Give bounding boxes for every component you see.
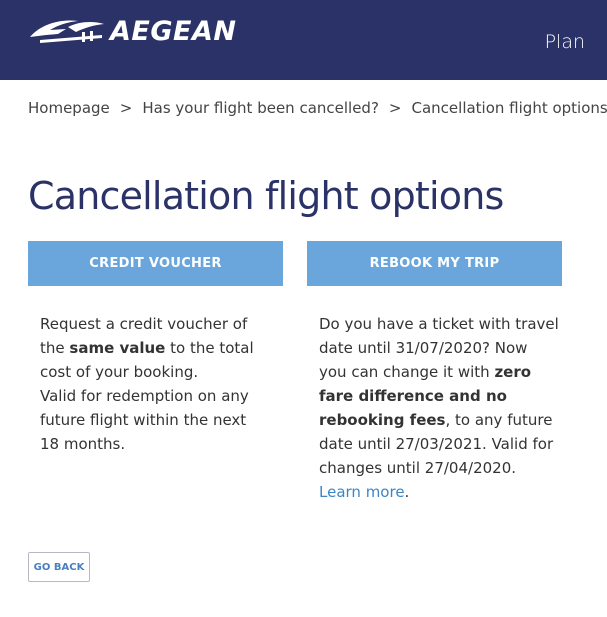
aegean-logo[interactable]: AEGEAN bbox=[28, 15, 236, 47]
credit-voucher-button[interactable]: CREDIT VOUCHER bbox=[28, 241, 283, 286]
breadcrumb-flight-cancelled[interactable]: Has your flight been cancelled? bbox=[142, 99, 379, 117]
credit-text-3: Valid for redemption on any future fligh… bbox=[40, 387, 249, 453]
site-header: AEGEAN Plan bbox=[0, 0, 607, 80]
breadcrumb-separator: > bbox=[119, 99, 133, 117]
breadcrumb: Homepage > Has your flight been cancelled?… bbox=[28, 99, 607, 117]
breadcrumb-separator: > bbox=[388, 99, 402, 117]
go-back-button[interactable]: GO BACK bbox=[28, 552, 90, 582]
logo-text: AEGEAN bbox=[110, 15, 237, 47]
learn-more-link[interactable]: Learn more bbox=[319, 483, 405, 501]
breadcrumb-homepage[interactable]: Homepage bbox=[28, 99, 110, 117]
plan-menu[interactable]: Plan bbox=[545, 31, 585, 53]
rebook-text-3: . bbox=[404, 483, 410, 501]
page-title: Cancellation flight options bbox=[28, 174, 504, 218]
aegean-bird-logo-icon bbox=[30, 20, 104, 43]
rebook-my-trip-button[interactable]: REBOOK MY TRIP bbox=[307, 241, 562, 286]
breadcrumb-current: Cancellation flight options bbox=[411, 99, 607, 117]
credit-voucher-description: Request a credit voucher of the same val… bbox=[40, 312, 270, 456]
rebook-description: Do you have a ticket with travel date un… bbox=[319, 312, 559, 504]
credit-bold-1: same value bbox=[69, 339, 166, 357]
